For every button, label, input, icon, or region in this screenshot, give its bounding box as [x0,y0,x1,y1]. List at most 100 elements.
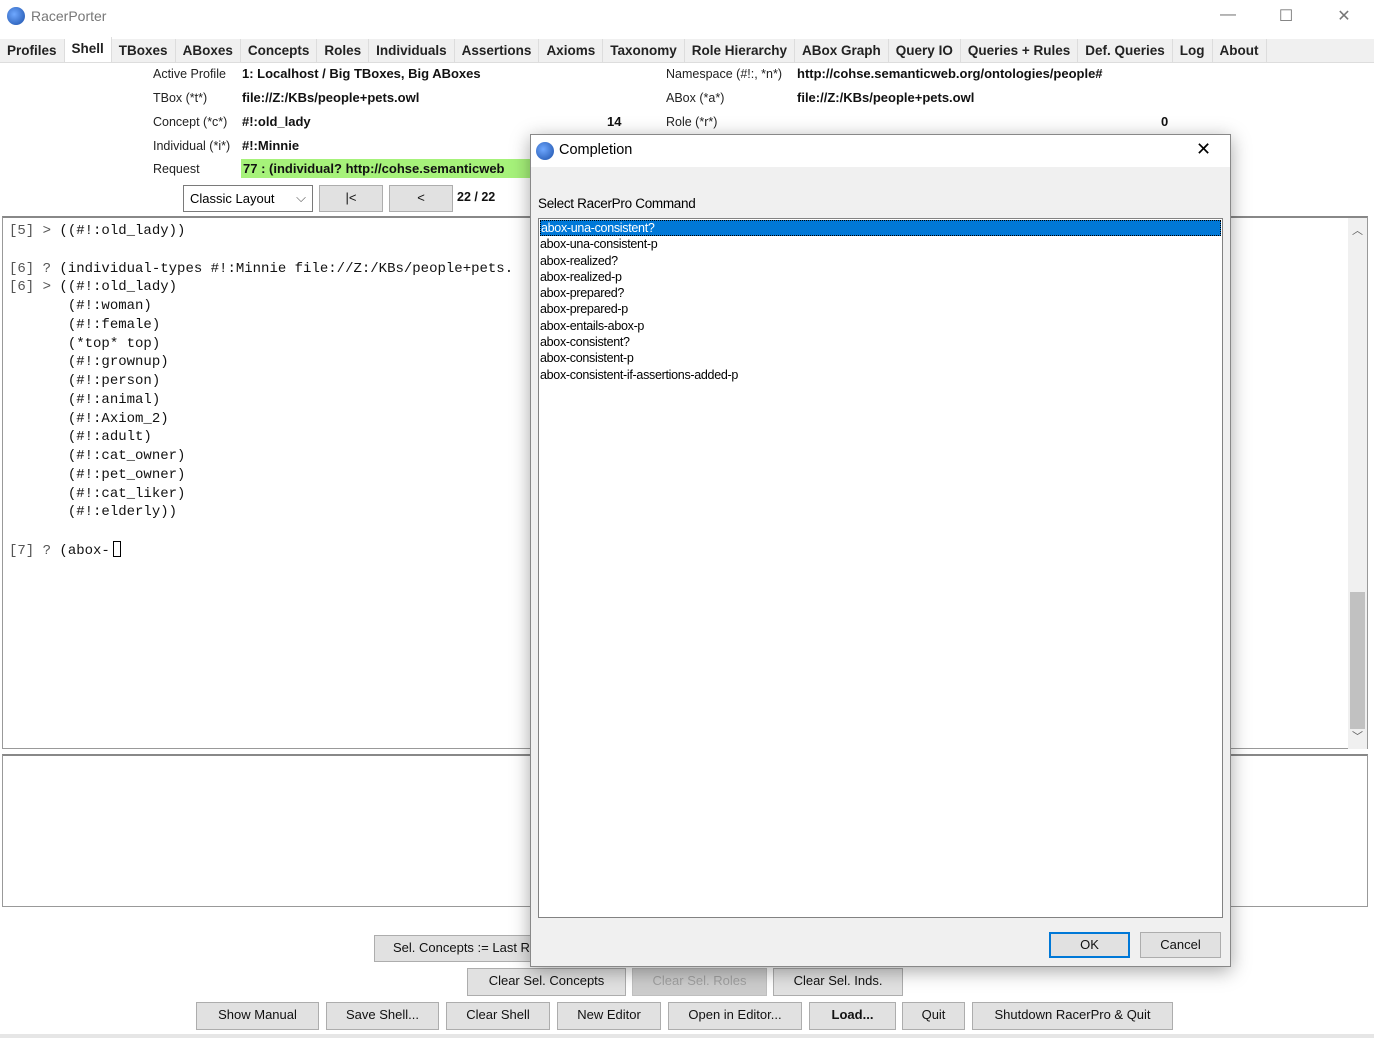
quit-button[interactable]: Quit [902,1002,965,1030]
command-list-item[interactable]: abox-realized? [539,253,1222,269]
tab-abox-graph[interactable]: ABox Graph [795,39,889,63]
command-list[interactable]: abox-una-consistent? abox-una-consistent-… [538,218,1223,918]
tab-axioms[interactable]: Axioms [539,39,604,63]
shell-text: (#!:female) [59,316,161,333]
concept-count: 14 [607,114,622,129]
shell-text: (individual-types #!:Minnie file://Z:/KB… [59,260,514,277]
shell-line: (#!:pet_owner) [9,466,186,485]
abox-label: ABox (*a*) [666,91,725,105]
shell-text: (#!:Axiom_2) [59,410,169,427]
shell-text: ((#!:old_lady) [59,279,178,296]
dialog-close-icon[interactable]: ✕ [1196,139,1211,160]
shell-text: (#!:person) [59,373,161,389]
shell-indent [9,392,59,408]
completion-dialog: Completion ✕ Select RacerPro Command abo… [530,134,1231,967]
scroll-down-icon[interactable]: ﹀ [1352,728,1363,744]
shell-text: ((#!:old_lady)) [59,223,186,239]
shell-line: [5] > ((#!:old_lady)) [9,222,185,241]
window-title: RacerPorter [31,8,107,24]
tab-profiles[interactable]: Profiles [0,39,65,63]
command-list-item[interactable]: abox-consistent-p [539,350,1222,366]
shell-text: (*top* top) [59,335,161,352]
tab-concepts[interactable]: Concepts [241,39,318,63]
new-editor-button[interactable]: New Editor [557,1002,661,1030]
shell-line: (#!:woman) [9,297,152,316]
command-list-item[interactable]: abox-prepared-p [539,301,1222,317]
dialog-title: Completion [559,142,633,158]
tab-def-queries[interactable]: Def. Queries [1078,39,1173,63]
shell-indent [9,242,59,258]
tab-tboxes[interactable]: TBoxes [112,39,176,63]
tab-assertions[interactable]: Assertions [455,39,540,63]
tbox-label: TBox (*t*) [153,91,208,105]
shell-text: (#!:pet_owner) [59,466,186,483]
individual-label: Individual (*i*) [153,139,231,153]
app-icon [536,142,554,160]
shell-indent [9,336,59,352]
title-bar: RacerPorter — ☐ ✕ [0,0,1374,34]
load-button[interactable]: Load... [809,1002,896,1030]
shell-indent [9,429,59,445]
command-list-item[interactable]: abox-prepared? [539,285,1222,301]
shell-line: [6] ? (individual-types #!:Minnie file:/… [9,260,513,279]
tab-taxonomy[interactable]: Taxonomy [603,39,685,63]
vertical-scrollbar[interactable]: ︿ ﹀ [1348,218,1367,749]
scrollbar-thumb[interactable] [1350,592,1365,729]
select-command-label: Select RacerPro Command [538,196,696,211]
shell-line: (#!:Axiom_2) [9,410,169,429]
shell-line: (#!:elderly)) [9,503,177,522]
shell-indent [9,448,59,464]
ok-button[interactable]: OK [1049,932,1130,958]
shell-line: (#!:grownup) [9,353,169,372]
command-list-item[interactable]: abox-una-consistent-p [539,236,1222,252]
abox-value: file://Z:/KBs/people+pets.owl [797,90,975,105]
concept-value: #!:old_lady [242,114,311,129]
tab-shell[interactable]: Shell [64,37,112,62]
shell-text: (abox- [59,542,110,559]
clear-shell-button[interactable]: Clear Shell [446,1002,550,1030]
command-list-item[interactable]: abox-consistent? [539,334,1222,350]
command-list-item[interactable]: abox-entails-abox-p [539,318,1222,334]
shell-indent [9,467,59,483]
command-list-item[interactable]: abox-una-consistent? [540,220,1221,237]
shell-prompt: [7] ? [9,542,52,559]
command-list-item[interactable]: abox-consistent-if-assertions-added-p [539,367,1222,383]
active-profile-label: Active Profile [153,67,226,81]
shutdown-racerpro-quit-button[interactable]: Shutdown RacerPro & Quit [972,1002,1173,1030]
tab-log[interactable]: Log [1173,39,1213,63]
maximize-button[interactable]: ☐ [1266,6,1306,28]
shell-line: (#!:cat_owner) [9,447,186,466]
shell-indent [9,317,59,333]
tab-roles[interactable]: Roles [317,39,370,63]
namespace-value: http://cohse.semanticweb.org/ontologies/… [797,66,1103,81]
shell-line: [6] > ((#!:old_lady) [9,278,177,297]
tab-role-hierarchy[interactable]: Role Hierarchy [685,39,796,63]
scroll-up-icon[interactable]: ︿ [1352,222,1363,238]
first-button[interactable]: |< [319,185,383,212]
save-shell-button[interactable]: Save Shell... [326,1002,439,1030]
shell-line [9,241,59,260]
close-button[interactable]: ✕ [1324,6,1364,28]
tbox-value: file://Z:/KBs/people+pets.owl [242,90,420,105]
tab-individuals[interactable]: Individuals [369,39,455,63]
shell-indent [9,486,59,502]
shell-text: (#!:elderly)) [59,504,178,521]
tab-about[interactable]: About [1213,39,1267,63]
layout-select[interactable]: Classic Layout ⌵ [183,185,313,212]
tab-queries-rules[interactable]: Queries + Rules [961,39,1079,63]
tab-query-io[interactable]: Query IO [889,39,961,63]
tab-aboxes[interactable]: ABoxes [176,39,241,63]
concept-label: Concept (*c*) [153,115,228,129]
previous-button[interactable]: < [389,185,453,212]
chevron-down-icon: ⌵ [296,190,306,205]
command-list-item[interactable]: abox-realized-p [539,269,1222,285]
minimize-button[interactable]: — [1208,6,1248,28]
show-manual-button[interactable]: Show Manual [196,1002,319,1030]
cancel-button[interactable]: Cancel [1140,932,1221,958]
sel-concepts-last-result-button[interactable]: Sel. Concepts := Last R [374,935,534,962]
clear-sel-concepts-button[interactable]: Clear Sel. Concepts [467,968,626,996]
individual-value: #!:Minnie [242,138,300,153]
clear-sel-inds-button[interactable]: Clear Sel. Inds. [773,968,903,996]
shell-line: (#!:person) [9,372,160,391]
open-in-editor-button[interactable]: Open in Editor... [668,1002,802,1030]
